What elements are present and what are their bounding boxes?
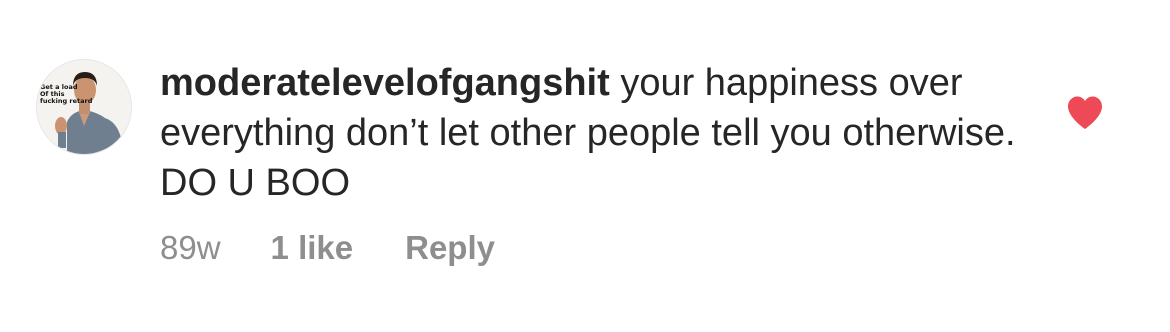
comment-timestamp: 89w	[160, 229, 221, 266]
avatar-photo	[37, 60, 131, 154]
heart-filled-icon[interactable]	[1066, 95, 1104, 131]
comment-meta: 89w 1 like Reply	[160, 226, 495, 270]
avatar-caption: Get a load Of this fucking retard	[40, 83, 93, 105]
username-link[interactable]: moderatelevelofgangshit	[160, 62, 610, 104]
comment-body: moderatelevelofgangshit your happiness o…	[160, 58, 1020, 208]
like-button[interactable]	[1066, 95, 1104, 131]
reply-button[interactable]: Reply	[405, 229, 495, 267]
likes-count-button[interactable]: 1 like	[271, 229, 354, 267]
avatar[interactable]: Get a load Of this fucking retard	[37, 60, 131, 154]
comment-item: Get a load Of this fucking retard modera…	[0, 0, 1170, 332]
